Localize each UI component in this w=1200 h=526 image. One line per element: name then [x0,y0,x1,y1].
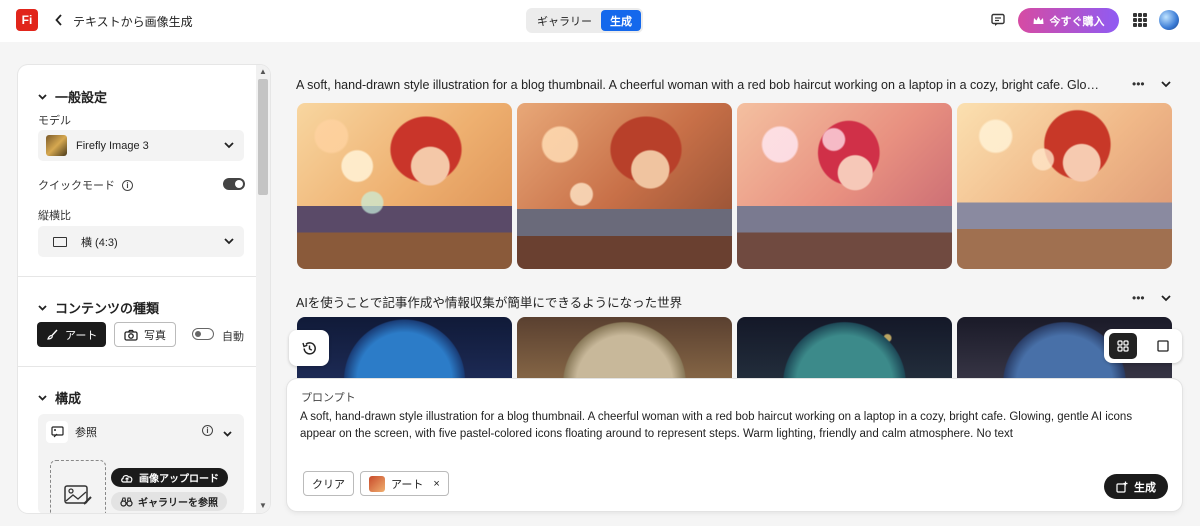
reference-box: 参照 i 画像アップロード ギャラリーを参照 [38,414,244,513]
art-label: アート [65,329,98,342]
history-icon [301,341,316,355]
model-thumbnail [46,135,67,156]
prompt-panel: プロンプト A soft, hand-drawn style illustrat… [287,379,1182,511]
top-bar: Fi テキストから画像生成 ギャラリー 生成 今すぐ購入 [0,0,1200,42]
view-mode-toggle [1104,329,1182,363]
feedback-icon[interactable] [990,12,1006,28]
content-type-title: コンテンツの種類 [55,301,160,316]
clear-label: クリア [312,478,345,491]
generated-image-2[interactable] [517,103,732,269]
art-style-thumbnail [369,475,385,492]
chevron-down-icon[interactable] [223,426,232,440]
generated-image-3[interactable] [737,103,952,269]
result-actions-1: ••• [1132,77,1171,91]
panel-scrollbar[interactable]: ▲ ▼ [256,65,270,513]
buy-now-label: 今すぐ購入 [1049,15,1105,28]
info-icon[interactable]: i [122,179,133,191]
art-button[interactable]: アート [37,322,107,347]
binoculars-icon [120,496,133,507]
view-switcher: ギャラリー 生成 [526,8,643,33]
generate-icon [1116,481,1128,493]
grid-view-icon [1117,340,1129,352]
page-title: テキストから画像生成 [73,15,193,29]
chevron-down-icon [38,92,47,102]
prompt-input[interactable]: A soft, hand-drawn style illustration fo… [300,409,1160,443]
cloud-upload-icon [121,474,133,483]
reference-icon [46,421,68,443]
section-divider [18,276,256,277]
generated-image-6[interactable] [517,317,732,387]
composition-header[interactable]: 構成 [38,388,81,407]
crown-icon [1033,16,1043,24]
scroll-thumb[interactable] [258,79,268,195]
chevron-down-icon [38,393,47,403]
generated-image-7[interactable] [737,317,952,387]
model-value: Firefly Image 3 [76,139,149,152]
info-icon[interactable]: i [202,425,213,436]
landscape-ratio-icon [53,236,67,247]
style-chip-art[interactable]: アート × [360,471,449,496]
generated-image-5[interactable] [297,317,512,387]
generated-image-1[interactable] [297,103,512,269]
chevron-down-icon [38,303,47,313]
result-prompt-2[interactable]: AIを使うことで記事作成や情報収集が簡単にできるようになった世界 [296,292,996,311]
scroll-down-icon[interactable]: ▼ [259,502,267,510]
model-dropdown[interactable]: Firefly Image 3 [38,130,244,161]
auto-toggle[interactable] [192,328,214,340]
reference-label: 参照 [75,427,97,439]
scroll-up-icon[interactable]: ▲ [259,68,267,76]
chevron-down-icon [224,140,234,152]
composition-title: 構成 [55,391,82,406]
upload-dropzone[interactable] [50,460,106,513]
aspect-ratio-dropdown[interactable]: 横 (4:3) [38,226,244,257]
chevron-down-icon[interactable] [1160,80,1171,88]
chevron-down-icon [224,236,234,248]
firefly-logo[interactable]: Fi [16,9,38,31]
style-chip-label: アート [391,478,424,491]
general-settings-title: 一般設定 [55,90,108,105]
single-view-button[interactable] [1149,333,1177,359]
section-divider [18,366,256,367]
prompt-label: プロンプト [301,392,356,404]
result-actions-2: ••• [1132,291,1171,305]
generate-button[interactable]: 生成 [1104,474,1168,499]
upload-image-button[interactable]: 画像アップロード [111,468,228,487]
settings-panel: ▲ ▼ 一般設定 モデル Firefly Image 3 クイックモード i 縦… [18,65,270,513]
upload-image-label: 画像アップロード [139,474,219,485]
history-button[interactable] [289,330,329,366]
browse-gallery-button[interactable]: ギャラリーを参照 [111,492,227,511]
user-avatar[interactable] [1159,10,1179,30]
grid-view-button[interactable] [1109,333,1137,359]
back-chevron-icon[interactable] [52,12,66,28]
more-options-icon[interactable]: ••• [1132,291,1145,305]
generate-label: 生成 [1134,481,1156,494]
browse-gallery-label: ギャラリーを参照 [138,498,218,509]
ratio-value: 横 (4:3) [81,236,118,249]
result-prompt-1[interactable]: A soft, hand-drawn style illustration fo… [296,78,1122,92]
content-type-header[interactable]: コンテンツの種類 [38,298,159,317]
camera-icon [124,329,138,341]
buy-now-button[interactable]: 今すぐ購入 [1018,8,1119,33]
apps-grid-icon[interactable] [1133,13,1147,27]
clear-button[interactable]: クリア [303,471,354,496]
generated-image-4[interactable] [957,103,1172,269]
quick-mode-row: クイックモード i [38,177,133,193]
image-upload-icon [64,485,92,505]
close-icon[interactable]: × [433,478,439,490]
model-label: モデル [38,115,71,127]
photo-label: 写真 [144,329,166,342]
quick-mode-label: クイックモード [38,180,115,192]
brush-icon [47,329,58,340]
ratio-label: 縦横比 [38,210,71,222]
chevron-down-icon[interactable] [1160,294,1171,302]
photo-button[interactable]: 写真 [114,322,176,347]
tab-gallery[interactable]: ギャラリー [528,10,601,31]
quick-mode-toggle[interactable] [223,178,245,190]
auto-label: 自動 [222,331,244,343]
single-view-icon [1157,340,1169,352]
tab-generate[interactable]: 生成 [601,10,641,31]
more-options-icon[interactable]: ••• [1132,77,1145,91]
general-settings-header[interactable]: 一般設定 [38,87,107,106]
